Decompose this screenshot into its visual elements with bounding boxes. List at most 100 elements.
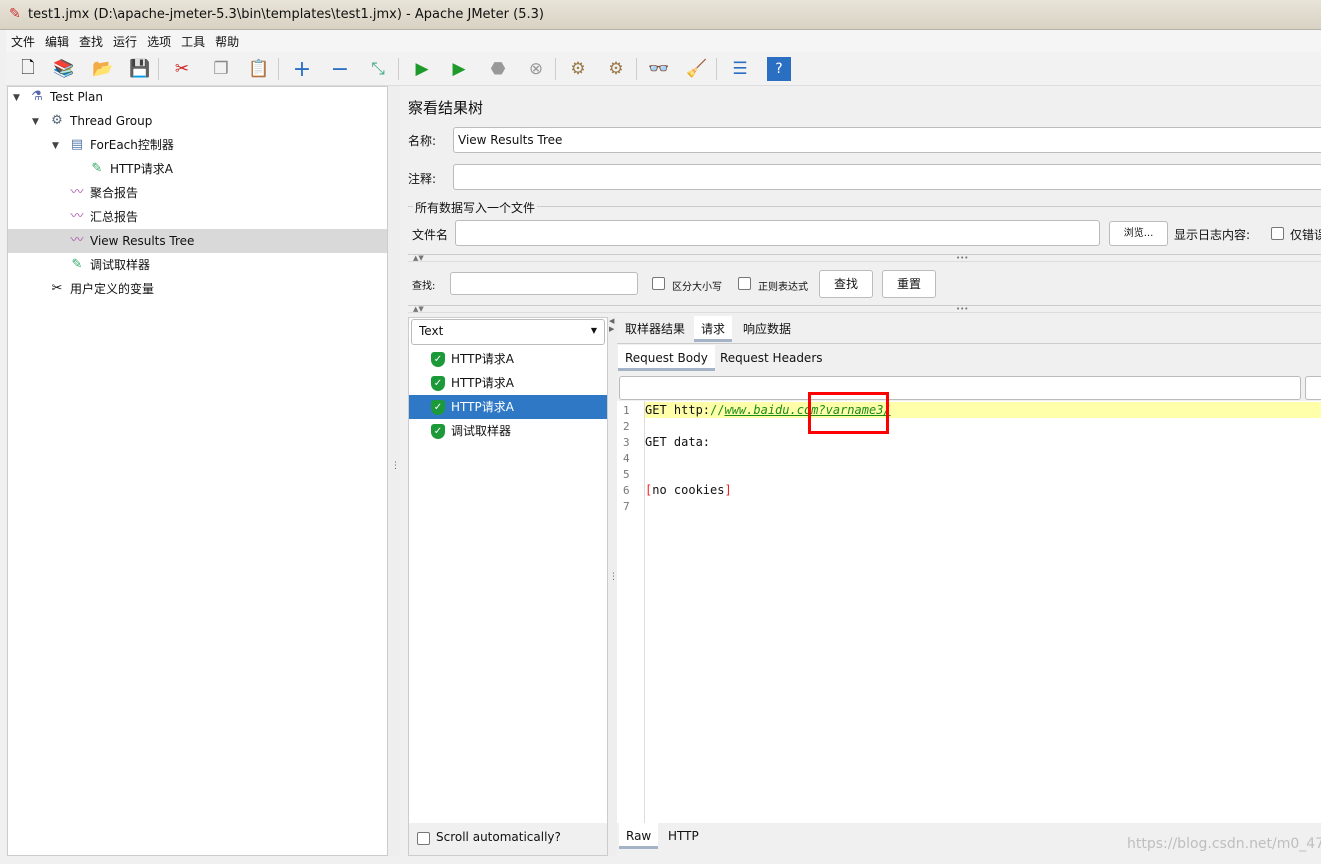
name-label: 名称: [408, 134, 437, 148]
results-list-panel: Text ▼ ✓ HTTP请求A ✓ HTTP请求A ✓ HTTP请求A ✓ 调试取样器 … [408, 317, 608, 856]
code-line-3: GET data: [645, 435, 711, 449]
toolbar: 🗋 📚 📂 💾 ✂ ❐ 📋 + − ⤡ ▶ ▶ ⬣ ⊗ ⚙ ⚙ 👓 🧹 ☰ ? [6, 52, 1321, 86]
tab-sampler-result[interactable]: 取样器结果 [618, 316, 692, 342]
panel-title: 察看结果树 [408, 99, 484, 117]
result-item[interactable]: ✓ HTTP请求A [409, 347, 607, 371]
tab-request[interactable]: 请求 [694, 316, 733, 342]
cut-icon[interactable]: ✂ [170, 57, 194, 81]
errors-only-checkbox[interactable] [1271, 227, 1284, 240]
result-item[interactable]: ✓ HTTP请求A [409, 371, 607, 395]
graph-icon: 〰 [70, 209, 84, 224]
tree-item-summary-report[interactable]: 〰汇总报告 [68, 205, 138, 229]
search-icon[interactable]: 👓 [647, 57, 671, 81]
success-shield-icon: ✓ [431, 351, 445, 367]
regex-checkbox[interactable] [738, 277, 751, 290]
tree-item-user-defined-variables[interactable]: ✂ 用户定义的变量 [48, 277, 154, 301]
menu-tools[interactable]: 工具 [176, 30, 210, 50]
scroll-auto-checkbox[interactable] [417, 832, 430, 845]
success-shield-icon: ✓ [431, 423, 445, 439]
result-item[interactable]: ✓ HTTP请求A [409, 395, 607, 419]
renderer-select[interactable]: Text ▼ [411, 319, 605, 345]
new-icon[interactable]: 🗋 [16, 57, 40, 81]
pipette-icon: ✎ [91, 161, 103, 176]
menu-run[interactable]: 运行 [108, 30, 142, 50]
window-title: test1.jmx (D:\apache-jmeter-5.3\bin\temp… [28, 7, 544, 22]
watermark: https://blog.csdn.net/m0_47629591 [1127, 836, 1321, 852]
menu-help[interactable]: 帮助 [210, 30, 244, 50]
menu-edit[interactable]: 编辑 [40, 30, 74, 50]
errors-only-label: 仅错误 [1290, 228, 1321, 242]
red-annotation-box [808, 392, 889, 434]
flask-icon: ⚗ [31, 89, 43, 104]
body-search-input[interactable] [619, 376, 1301, 400]
write-to-file-group-title: 所有数据写入一个文件 [413, 199, 538, 216]
reset-button[interactable]: 重置 [882, 270, 936, 298]
browse-button[interactable]: 浏览... [1109, 221, 1168, 246]
clear-icon[interactable]: ⚙ [566, 57, 590, 81]
scroll-auto-label: Scroll automatically? [436, 830, 561, 844]
results-splitter[interactable]: ◀ ▶ ⋮ [608, 317, 618, 856]
gear-icon: ⚙ [51, 113, 63, 128]
name-input[interactable]: View Results Tree [453, 127, 1321, 153]
jmeter-feather-icon: ✎ [9, 6, 21, 22]
filename-label: 文件名 [412, 228, 449, 242]
open-icon[interactable]: 📂 [91, 57, 115, 81]
graph-icon: 〰 [70, 233, 84, 248]
log-content-label: 显示日志内容: [1174, 228, 1251, 242]
tree-item-foreach-controller[interactable]: ▤ ForEach控制器 [68, 133, 174, 157]
shutdown-icon[interactable]: ⊗ [524, 57, 548, 81]
subtab-request-body[interactable]: Request Body [618, 345, 715, 371]
menu-search[interactable]: 查找 [74, 30, 108, 50]
test-plan-tree: ▼ ⚗ Test Plan ▼ ⚙ Thread Group ▼ ▤ ForEach控… [7, 86, 388, 856]
pipette-icon: ✎ [71, 257, 83, 272]
chevron-down-icon: ▼ [590, 326, 597, 335]
tree-item-test-plan[interactable]: ⚗ Test Plan [28, 85, 103, 109]
result-item[interactable]: ✓ 调试取样器 [409, 419, 607, 443]
subtab-request-headers[interactable]: Request Headers [713, 345, 830, 371]
tab-response-data[interactable]: 响应数据 [736, 316, 798, 342]
clear-all-icon[interactable]: ⚙ [604, 57, 628, 81]
vertical-splitter[interactable]: ⋮ [388, 86, 400, 856]
templates-icon[interactable]: 📚 [52, 57, 76, 81]
title-bar: ✎ test1.jmx (D:\apache-jmeter-5.3\bin\te… [0, 0, 1321, 30]
horizontal-splitter[interactable]: ▲▼ ••• [408, 305, 1321, 313]
tree-item-http-request-a[interactable]: ✎ HTTP请求A [88, 157, 173, 181]
tree-item-aggregate-report[interactable]: 〰聚合报告 [68, 181, 138, 205]
horizontal-splitter[interactable]: ▲▼ ••• [408, 254, 1321, 262]
menu-options[interactable]: 选项 [142, 30, 176, 50]
filename-input[interactable] [455, 220, 1100, 246]
menu-file[interactable]: 文件 [6, 30, 40, 50]
code-line-6: [no cookies] [645, 483, 732, 497]
tree-item-view-results-tree[interactable]: 〰 View Results Tree [8, 229, 387, 253]
success-shield-icon: ✓ [431, 375, 445, 391]
paste-icon[interactable]: 📋 [247, 57, 271, 81]
function-helper-icon[interactable]: ☰ [728, 57, 752, 81]
menu-bar: 文件 编辑 查找 运行 选项 工具 帮助 [6, 30, 1321, 52]
comment-input[interactable] [453, 164, 1321, 190]
collapse-icon[interactable]: − [328, 57, 352, 82]
request-body-editor[interactable]: 1 2 3 4 5 6 7 GET http://www.baidu.com?v… [617, 392, 1321, 823]
success-shield-icon: ✓ [431, 399, 445, 415]
body-search-button[interactable] [1305, 376, 1321, 400]
regex-label: 正则表达式 [758, 282, 808, 293]
toggle-icon[interactable]: ⤡ [366, 57, 390, 81]
save-icon[interactable]: 💾 [128, 57, 152, 81]
search-label: 查找: [412, 281, 436, 292]
tree-item-debug-sampler[interactable]: ✎ 调试取样器 [68, 253, 150, 277]
reset-search-icon[interactable]: 🧹 [685, 57, 709, 81]
tab-http[interactable]: HTTP [661, 823, 706, 849]
graph-icon: 〰 [70, 185, 84, 200]
wrench-icon: ✂ [51, 281, 63, 296]
copy-icon[interactable]: ❐ [209, 57, 233, 81]
expand-icon[interactable]: + [290, 57, 314, 82]
tab-raw[interactable]: Raw [619, 823, 659, 849]
start-icon[interactable]: ▶ [410, 57, 434, 81]
case-sensitive-checkbox[interactable] [652, 277, 665, 290]
help-icon[interactable]: ? [767, 57, 791, 81]
search-input[interactable] [450, 272, 638, 295]
search-button[interactable]: 查找 [819, 270, 873, 298]
comment-label: 注释: [408, 172, 437, 186]
stop-icon[interactable]: ⬣ [486, 57, 510, 81]
tree-item-thread-group[interactable]: ⚙ Thread Group [48, 109, 152, 133]
start-no-pause-icon[interactable]: ▶ [447, 57, 471, 81]
